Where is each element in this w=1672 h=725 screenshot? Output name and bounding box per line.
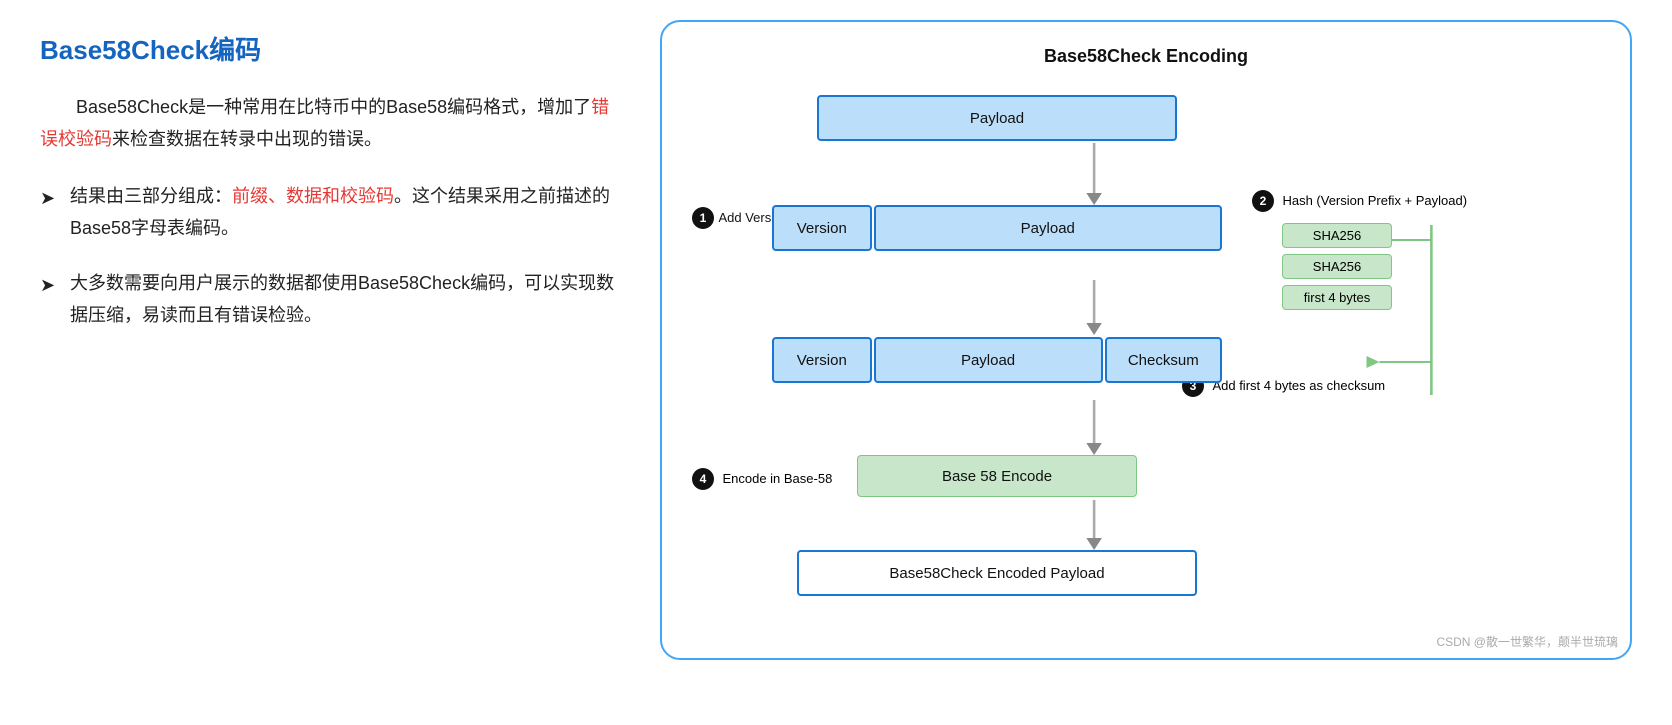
payload-box-1: Payload <box>874 205 1222 251</box>
bullet1-prefix: 结果由三部分组成： <box>70 186 232 206</box>
step2-text: Hash (Version Prefix + Payload) <box>1282 193 1467 208</box>
payload-top-box: Payload <box>817 95 1177 141</box>
watermark: CSDN @散一世繁华，颠半世琉璃 <box>1436 633 1618 650</box>
bullet-arrow-2: ➤ <box>40 267 70 301</box>
base58encode-container: Base 58 Encode <box>772 455 1222 497</box>
diagram-panel: Base58Check Encoding <box>660 20 1632 660</box>
version-box-2: Version <box>772 337 872 383</box>
intro-paragraph: Base58Check是一种常用在比特币中的Base58编码格式，增加了错误校验… <box>40 91 620 156</box>
payload-box-2: Payload <box>874 337 1103 383</box>
payload-top-container: Payload <box>772 95 1222 141</box>
left-panel: Base58Check编码 Base58Check是一种常用在比特币中的Base… <box>40 20 620 353</box>
diagram-inner: Payload 1 Add Version Prefix Version Pay… <box>692 85 1600 635</box>
encoded-payload-container: Base58Check Encoded Payload <box>772 550 1222 596</box>
sha256-box-1: SHA256 <box>1282 223 1392 248</box>
step4-circle: 4 <box>692 468 714 490</box>
bullet-1: ➤ 结果由三部分组成：前缀、数据和校验码。这个结果采用之前描述的Base58字母… <box>40 180 620 245</box>
bullet-2: ➤ 大多数需要向用户展示的数据都使用Base58Check编码，可以实现数据压缩… <box>40 267 620 332</box>
page-title: Base58Check编码 <box>40 30 620 67</box>
bullet-text-2: 大多数需要向用户展示的数据都使用Base58Check编码，可以实现数据压缩，易… <box>70 267 620 332</box>
bullet-arrow-1: ➤ <box>40 180 70 214</box>
sha-boxes: SHA256 SHA256 first 4 bytes <box>1282 223 1392 310</box>
step2-circle: 2 <box>1252 190 1274 212</box>
version-payload-checksum-row: Version Payload Checksum <box>772 337 1222 383</box>
intro-text-suffix: 来检查数据在转录中出现的错误。 <box>112 129 382 149</box>
intro-text-prefix: Base58Check是一种常用在比特币中的Base58编码格式，增加了 <box>76 97 591 117</box>
version-payload-row: Version Payload <box>772 205 1222 251</box>
step2-label: 2 Hash (Version Prefix + Payload) <box>1252 190 1467 212</box>
step1-circle: 1 <box>692 207 714 229</box>
diagram-title: Base58Check Encoding <box>692 46 1600 67</box>
base58encode-box: Base 58 Encode <box>857 455 1137 497</box>
page-container: Base58Check编码 Base58Check是一种常用在比特币中的Base… <box>40 20 1632 705</box>
first4bytes-box: first 4 bytes <box>1282 285 1392 310</box>
encoded-payload-box: Base58Check Encoded Payload <box>797 550 1197 596</box>
bullet-text-1: 结果由三部分组成：前缀、数据和校验码。这个结果采用之前描述的Base58字母表编… <box>70 180 620 245</box>
version-box-1: Version <box>772 205 872 251</box>
step3-text: Add first 4 bytes as checksum <box>1212 378 1385 393</box>
sha256-box-2: SHA256 <box>1282 254 1392 279</box>
bullet1-red: 前缀、数据和校验码 <box>232 186 394 206</box>
checksum-box: Checksum <box>1105 337 1222 383</box>
